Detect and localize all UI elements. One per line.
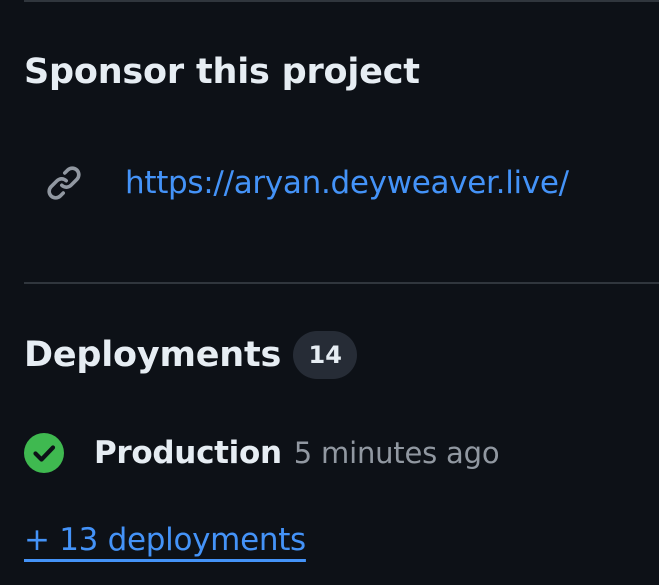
deployments-count-badge: 14: [293, 331, 358, 379]
sponsor-section-title: Sponsor this project: [24, 52, 420, 92]
deployment-environment-link[interactable]: Production: [94, 435, 282, 471]
section-divider: [24, 282, 659, 284]
sponsor-link-row: https://aryan.deyweaver.live/: [45, 160, 569, 206]
deployments-header: Deployments 14: [24, 329, 358, 381]
check-circle-fill-icon: [24, 433, 64, 473]
more-deployments-link[interactable]: + 13 deployments: [24, 522, 306, 558]
top-divider: [24, 0, 659, 2]
link-icon: [45, 164, 83, 202]
deployment-item: Production 5 minutes ago: [24, 430, 500, 476]
deployments-title[interactable]: Deployments: [24, 337, 281, 373]
deployment-timestamp: 5 minutes ago: [293, 436, 500, 470]
sponsor-url-link[interactable]: https://aryan.deyweaver.live/: [125, 165, 569, 201]
